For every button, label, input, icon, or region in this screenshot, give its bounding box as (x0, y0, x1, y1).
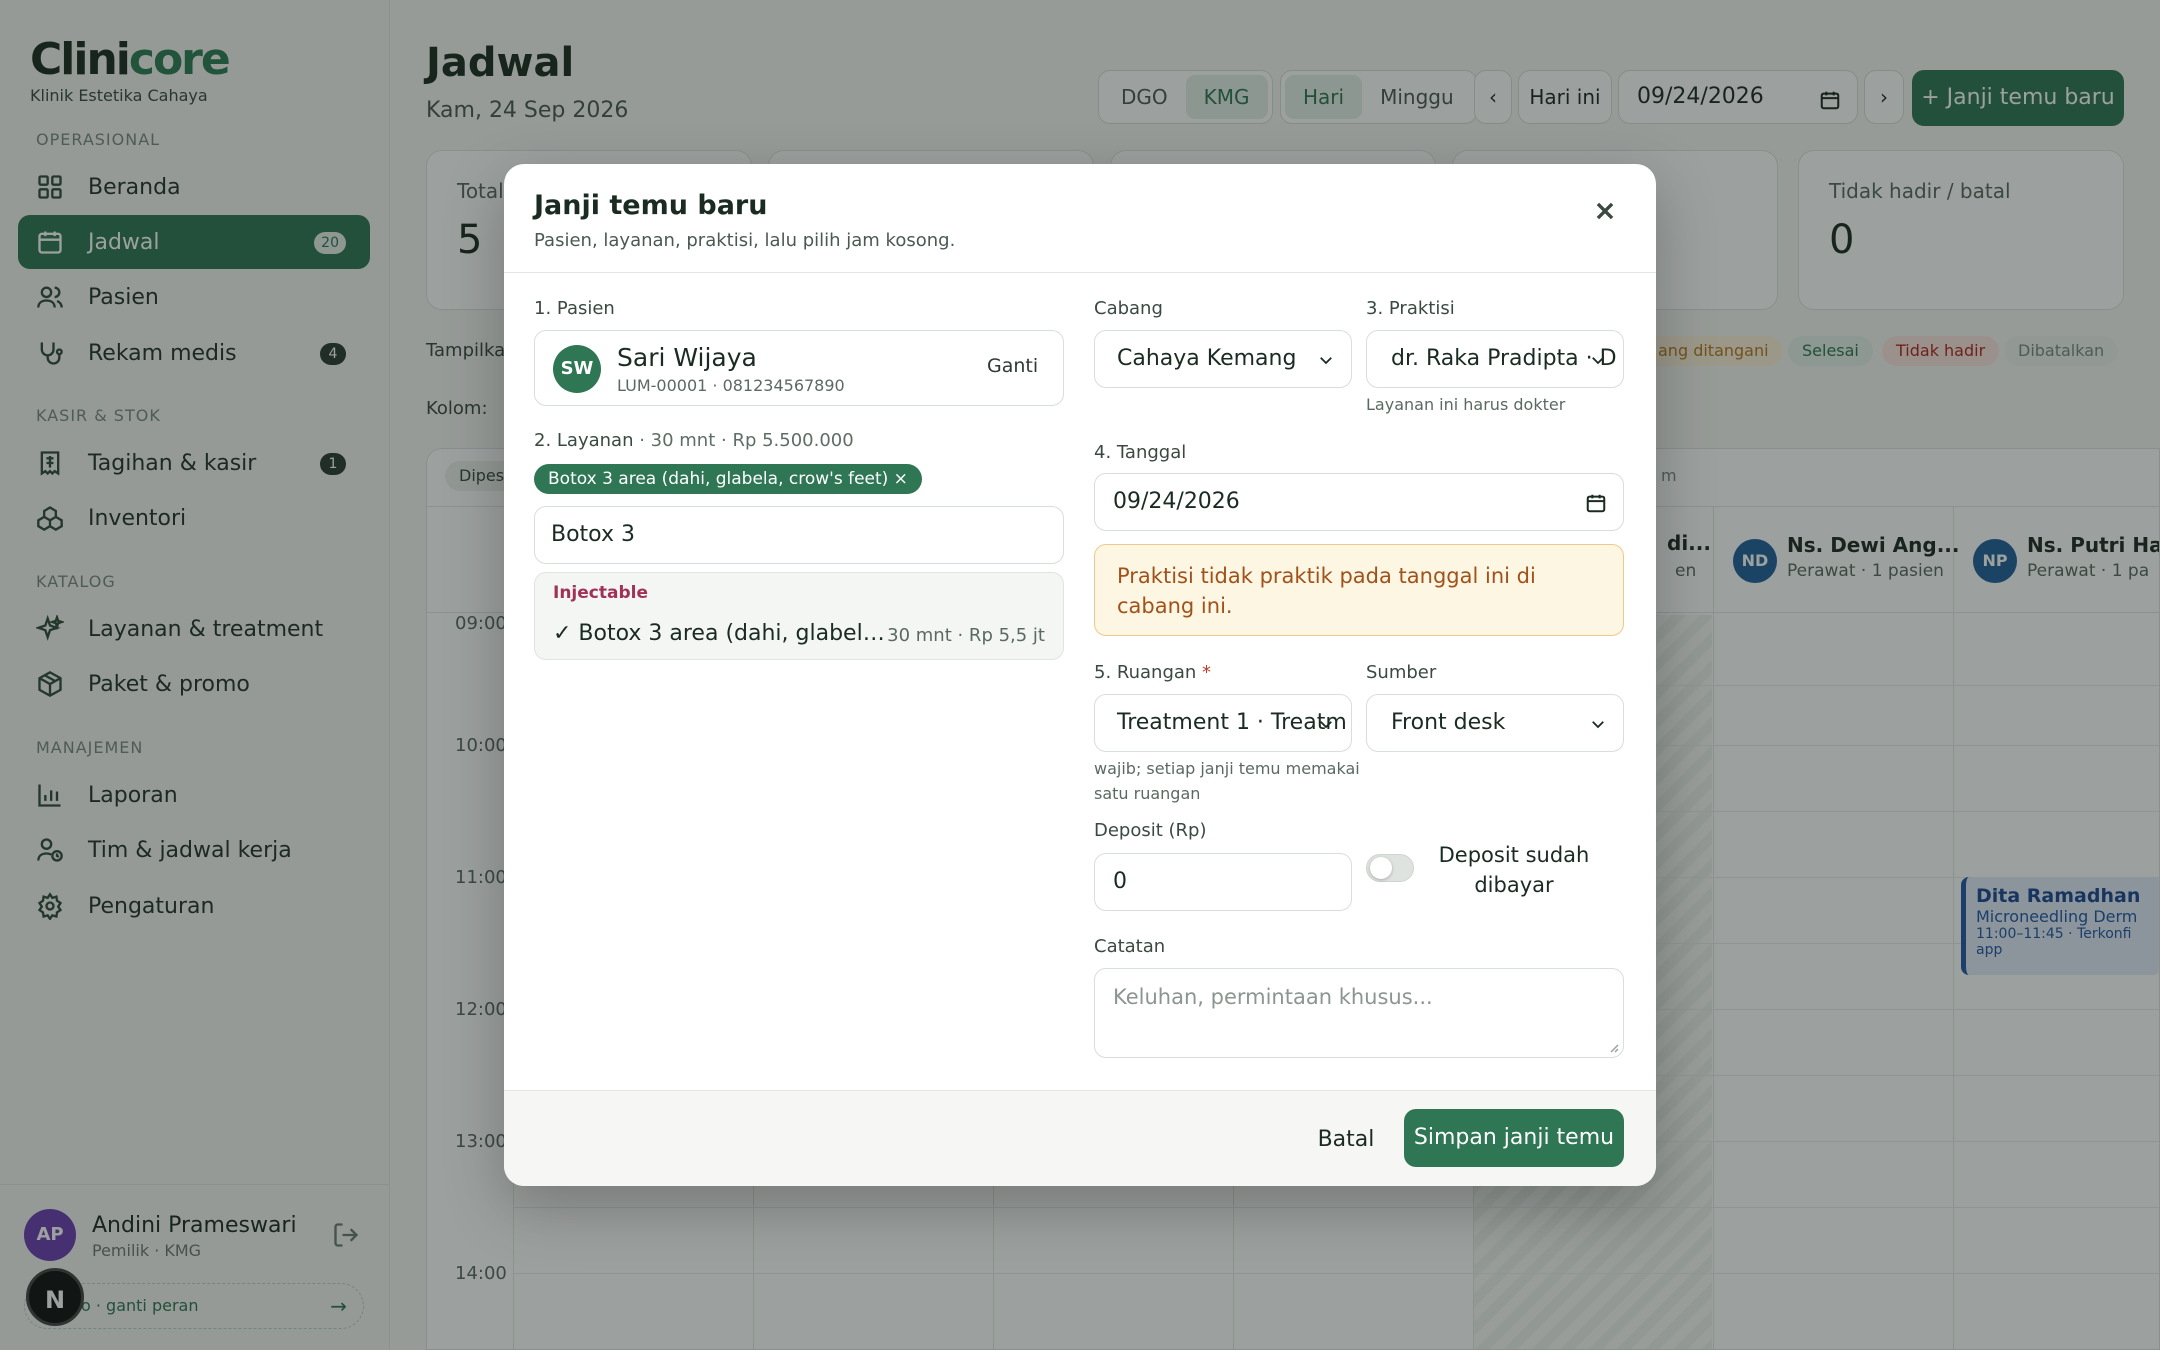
service-label-text: 2. Layanan (534, 430, 634, 451)
patient-label: 1. Pasien (534, 298, 615, 319)
room-label: 5. Ruangan * (1094, 662, 1211, 683)
service-dropdown: Injectable ✓ Botox 3 area (dahi, glabela… (534, 572, 1064, 660)
close-button[interactable] (1588, 194, 1622, 228)
availability-warning: Praktisi tidak praktik pada tanggal ini … (1094, 544, 1624, 636)
save-appointment-button[interactable]: Simpan janji temu (1404, 1109, 1624, 1167)
source-label: Sumber (1366, 662, 1437, 683)
resize-grip-icon[interactable] (1607, 1041, 1619, 1053)
branch-select-value: Cahaya Kemang (1117, 346, 1297, 371)
deposit-input[interactable]: 0 (1094, 853, 1352, 911)
service-label: 2. Layanan · 30 mnt · Rp 5.500.000 (534, 430, 854, 451)
service-option[interactable]: ✓ Botox 3 area (dahi, glabela, crow's fe… (553, 621, 893, 646)
dialog-title: Janji temu baru (534, 190, 768, 221)
dialog-subtitle: Pasien, layanan, praktisi, lalu pilih ja… (534, 230, 956, 251)
deposit-paid-toggle[interactable] (1366, 854, 1414, 882)
practitioner-hint: Layanan ini harus dokter (1366, 395, 1566, 414)
patient-card: SW Sari Wijaya LUM-00001 · 081234567890 … (534, 330, 1064, 406)
notes-textarea[interactable]: Keluhan, permintaan khusus... (1094, 968, 1624, 1058)
selected-service-tag[interactable]: Botox 3 area (dahi, glabela, crow's feet… (534, 464, 922, 494)
new-appointment-dialog: Janji temu baru Pasien, layanan, praktis… (504, 164, 1656, 1186)
notes-label: Catatan (1094, 936, 1166, 957)
calendar-icon (1586, 494, 1606, 513)
toggle-knob (1370, 857, 1392, 879)
chevron-down-icon (1320, 357, 1332, 365)
room-select-value: Treatment 1 · Treatm (1117, 710, 1347, 735)
chevron-down-icon (1592, 721, 1604, 729)
close-icon (1596, 202, 1614, 220)
practitioner-select[interactable]: dr. Raka Pradipta · D (1366, 330, 1624, 388)
avatar: SW (553, 345, 601, 393)
room-label-text: 5. Ruangan (1094, 662, 1197, 683)
branch-label: Cabang (1094, 298, 1163, 319)
cancel-button[interactable]: Batal (1294, 1111, 1398, 1169)
deposit-label: Deposit (Rp) (1094, 820, 1207, 841)
service-meta: · 30 mnt · Rp 5.500.000 (633, 430, 854, 451)
patient-name: Sari Wijaya (617, 343, 757, 372)
change-patient-button[interactable]: Ganti (987, 355, 1038, 377)
chevron-down-icon (1592, 357, 1604, 365)
room-hint: wajib; setiap janji temu memakai satu ru… (1094, 759, 1360, 803)
dialog-footer: Batal Simpan janji temu (504, 1090, 1656, 1186)
room-select[interactable]: Treatment 1 · Treatm (1094, 694, 1352, 752)
practitioner-select-value: dr. Raka Pradipta · D (1391, 346, 1617, 371)
deposit-paid-label: Deposit sudah dibayar (1438, 843, 1590, 897)
patient-meta: LUM-00001 · 081234567890 (617, 376, 845, 395)
chevron-down-icon (1320, 721, 1332, 729)
date-input-value: 09/24/2026 (1113, 489, 1240, 514)
notes-placeholder: Keluhan, permintaan khusus... (1113, 985, 1433, 1009)
service-option-meta: 30 mnt · Rp 5,5 jt (887, 625, 1045, 646)
branch-select[interactable]: Cahaya Kemang (1094, 330, 1352, 388)
practitioner-label: 3. Praktisi (1366, 298, 1455, 319)
date-input[interactable]: 09/24/2026 (1094, 473, 1624, 531)
date-label: 4. Tanggal (1094, 442, 1187, 463)
service-search-input[interactable]: Botox 3 (534, 506, 1064, 564)
service-category: Injectable (553, 583, 648, 603)
divider (504, 272, 1656, 273)
source-select-value: Front desk (1391, 710, 1506, 735)
source-select[interactable]: Front desk (1366, 694, 1624, 752)
required-marker: * (1202, 662, 1212, 683)
